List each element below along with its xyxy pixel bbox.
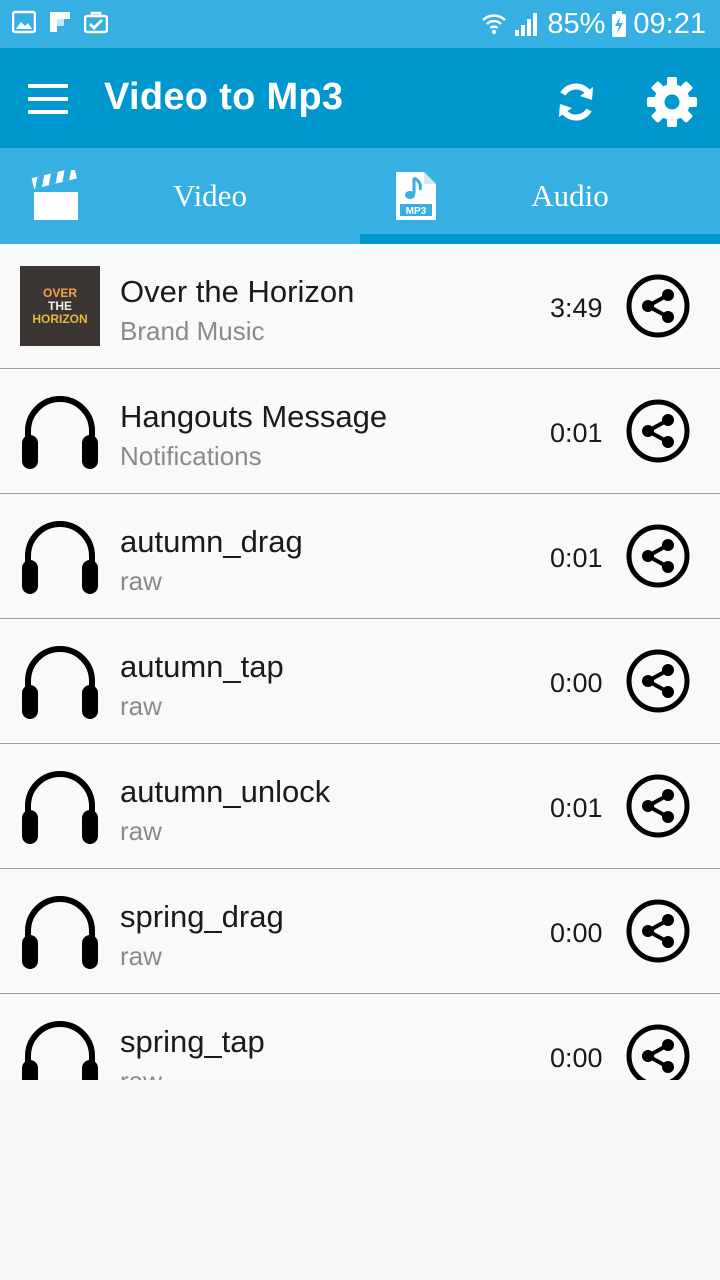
share-icon[interactable]	[626, 399, 690, 463]
item-subtitle: Notifications	[120, 441, 262, 471]
item-duration: 0:01	[550, 793, 603, 823]
app-bar: Video to Mp3	[0, 48, 720, 148]
menu-icon[interactable]	[28, 84, 68, 114]
battery-charging-icon	[612, 11, 627, 37]
item-duration: 0:01	[550, 418, 603, 448]
wifi-icon	[482, 14, 507, 35]
tab-audio-label: Audio	[531, 178, 609, 213]
headphones-icon	[22, 646, 98, 719]
item-duration: 0:00	[550, 918, 603, 948]
share-icon[interactable]	[626, 899, 690, 963]
briefcase-check-icon	[84, 11, 108, 34]
gallery-notification-icon	[12, 10, 36, 34]
headphones-icon	[22, 396, 98, 469]
item-title: Over the Horizon	[120, 274, 355, 309]
item-title: spring_drag	[120, 899, 284, 934]
notification-icons	[12, 10, 108, 34]
headphones-icon	[22, 896, 98, 969]
tab-bar: Video MP3 Audio	[0, 148, 720, 244]
share-icon[interactable]	[626, 649, 690, 713]
flipboard-notification-icon	[50, 12, 70, 32]
item-subtitle: raw	[120, 566, 162, 596]
tab-video-label: Video	[173, 178, 247, 213]
item-subtitle: raw	[120, 941, 162, 971]
list-item[interactable]: OVER THE HORIZON Over the Horizon Brand …	[0, 244, 720, 369]
tab-audio[interactable]: MP3 Audio	[360, 148, 720, 244]
selected-tab-indicator	[360, 234, 720, 244]
headphones-icon	[22, 771, 98, 844]
list-item[interactable]: spring_drag raw 0:00	[0, 869, 720, 994]
share-icon[interactable]	[626, 524, 690, 588]
app-title: Video to Mp3	[104, 76, 344, 118]
list-item[interactable]: spring_tap raw 0:00	[0, 994, 720, 1080]
item-title: autumn_unlock	[120, 774, 331, 809]
item-duration: 0:00	[550, 1043, 603, 1073]
audio-list: OVER THE HORIZON Over the Horizon Brand …	[0, 244, 720, 1080]
share-icon[interactable]	[626, 774, 690, 838]
item-subtitle: raw	[120, 1066, 162, 1080]
item-duration: 3:49	[550, 293, 603, 323]
item-subtitle: Brand Music	[120, 316, 265, 346]
headphones-icon	[22, 521, 98, 594]
item-title: Hangouts Message	[120, 399, 388, 434]
album-art-image: OVER THE HORIZON	[20, 266, 100, 346]
share-icon[interactable]	[626, 1024, 690, 1080]
headphones-icon	[22, 1021, 98, 1080]
item-duration: 0:01	[550, 543, 603, 573]
item-title: spring_tap	[120, 1024, 265, 1059]
tab-video[interactable]: Video	[0, 148, 360, 244]
signal-icon	[515, 13, 538, 36]
item-title: autumn_tap	[120, 649, 284, 684]
system-status: 85% 09:21	[481, 6, 706, 42]
battery-percent: 85%	[547, 7, 606, 40]
settings-gear-icon[interactable]	[646, 76, 698, 128]
list-item[interactable]: autumn_unlock raw 0:01	[0, 744, 720, 869]
item-subtitle: raw	[120, 691, 162, 721]
share-icon[interactable]	[626, 274, 690, 338]
clock: 09:21	[633, 7, 706, 40]
refresh-icon[interactable]	[552, 78, 600, 126]
item-duration: 0:00	[550, 668, 603, 698]
item-subtitle: raw	[120, 816, 162, 846]
status-bar: 85% 09:21	[0, 0, 720, 48]
list-item[interactable]: autumn_tap raw 0:00	[0, 619, 720, 744]
list-item[interactable]: Hangouts Message Notifications 0:01	[0, 369, 720, 494]
item-title: autumn_drag	[120, 524, 303, 559]
list-item[interactable]: autumn_drag raw 0:01	[0, 494, 720, 619]
